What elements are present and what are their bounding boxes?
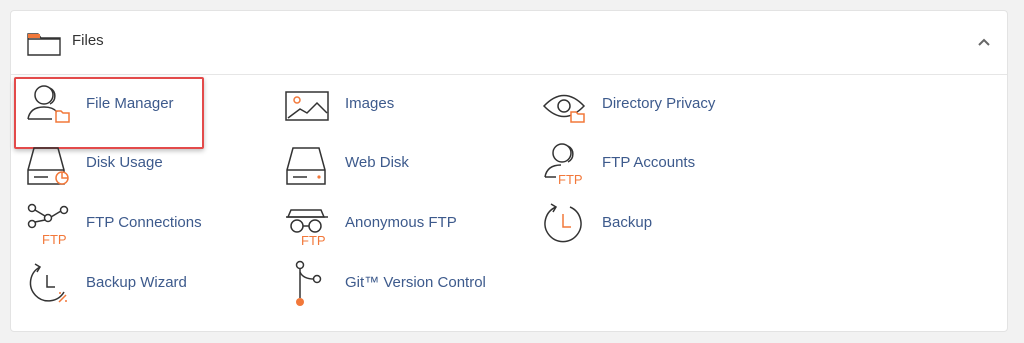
git-version-control-icon: [295, 260, 322, 306]
item-label: Git™ Version Control: [345, 274, 486, 291]
ftp-accounts-link[interactable]: FTP FTP Accounts: [542, 140, 772, 188]
item-label: Backup Wizard: [86, 274, 187, 291]
item-label: FTP Accounts: [602, 154, 696, 171]
directory-privacy-icon: [542, 94, 586, 123]
item-label: Images: [345, 95, 395, 112]
svg-text:FTP: FTP: [558, 172, 583, 187]
images-icon: [285, 91, 329, 121]
git-version-control-link[interactable]: Git™ Version Control: [285, 260, 515, 308]
backup-wizard-link[interactable]: Backup Wizard: [26, 260, 256, 308]
item-label: Directory Privacy: [602, 95, 716, 112]
backup-link[interactable]: Backup: [542, 200, 772, 248]
item-label: FTP Connections: [86, 214, 202, 231]
chevron-up-icon: [978, 38, 990, 46]
item-label: Web Disk: [345, 154, 409, 171]
collapse-button[interactable]: [963, 11, 1007, 74]
file-manager-link[interactable]: File Manager: [26, 81, 256, 129]
panel-header[interactable]: Files: [11, 11, 1007, 75]
ftp-connections-link[interactable]: FTP FTP Connections: [26, 200, 256, 248]
item-label: Anonymous FTP: [345, 214, 457, 231]
web-disk-icon: [286, 147, 326, 185]
anonymous-ftp-link[interactable]: FTP Anonymous FTP: [285, 200, 515, 248]
svg-text:FTP: FTP: [301, 233, 326, 248]
web-disk-link[interactable]: Web Disk: [285, 140, 515, 188]
disk-usage-icon: [27, 147, 69, 185]
ftp-connections-icon: FTP: [27, 203, 69, 247]
backup-icon: [544, 203, 582, 243]
anonymous-ftp-icon: FTP: [286, 209, 328, 248]
item-label: File Manager: [86, 95, 174, 112]
file-manager-icon: [27, 85, 70, 123]
ftp-accounts-icon: FTP: [544, 143, 583, 187]
folder-icon: [27, 33, 61, 56]
item-label: Disk Usage: [86, 154, 163, 171]
directory-privacy-link[interactable]: Directory Privacy: [542, 81, 772, 129]
svg-text:FTP: FTP: [42, 232, 67, 247]
backup-wizard-icon: [29, 263, 67, 303]
disk-usage-link[interactable]: Disk Usage: [26, 140, 256, 188]
images-link[interactable]: Images: [285, 81, 515, 129]
item-label: Backup: [602, 214, 653, 231]
section-title: Files: [72, 32, 104, 49]
